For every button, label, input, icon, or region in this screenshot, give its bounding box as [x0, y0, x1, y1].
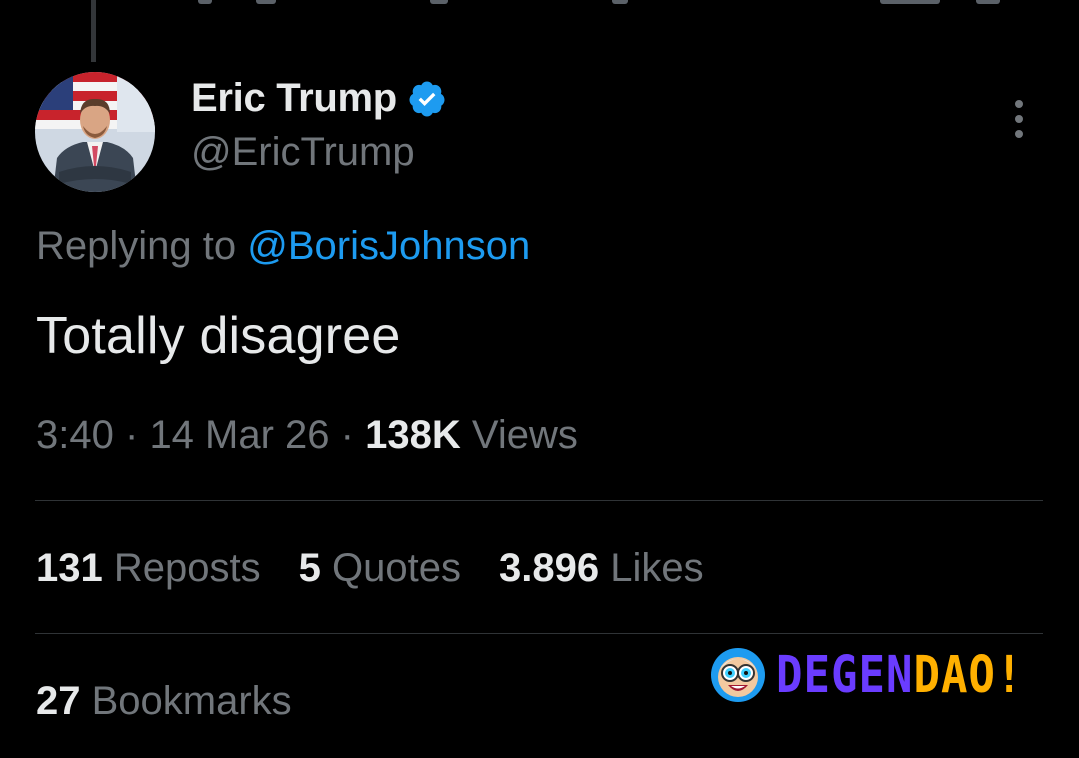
tweet-text: Totally disagree [36, 307, 401, 365]
watermark: DEGENDAO! [710, 646, 1023, 705]
tweet-date[interactable]: 14 Mar 26 [149, 413, 329, 457]
verified-badge-icon[interactable] [407, 79, 447, 119]
meta-separator: · [340, 413, 354, 457]
likes-count: 3.896 [498, 546, 600, 590]
quotes-label: Quotes [332, 546, 461, 590]
watermark-text-part1: DEGEN [776, 645, 914, 705]
views-count: 138K [365, 413, 461, 457]
likes-stat[interactable]: 3.896 Likes [499, 546, 704, 591]
tweet-time[interactable]: 3:40 [36, 413, 114, 457]
reply-context-prefix: Replying to [36, 224, 237, 268]
quotes-stat[interactable]: 5 Quotes [299, 546, 461, 591]
divider [35, 633, 1043, 634]
author-display-name[interactable]: Eric Trump [191, 76, 397, 121]
meta-separator: · [124, 413, 139, 457]
more-vertical-icon [1015, 100, 1023, 108]
views-label: Views [471, 413, 578, 457]
thread-connector-line [91, 0, 96, 62]
tweet-meta: 3:40 · 14 Mar 26 · 138K Views [36, 413, 578, 458]
likes-label: Likes [610, 546, 704, 590]
bookmarks-stat[interactable]: 27 Bookmarks [36, 679, 292, 724]
more-options-button[interactable] [1000, 96, 1038, 142]
reposts-label: Reposts [113, 546, 261, 590]
reply-context: Replying to @BorisJohnson [36, 224, 530, 269]
bookmarks-count: 27 [36, 679, 81, 723]
reposts-stat[interactable]: 131 Reposts [36, 546, 261, 591]
bookmarks-label: Bookmarks [91, 679, 292, 723]
engagement-stats: 131 Reposts 5 Quotes 3.896 Likes [36, 546, 704, 591]
author-name-row[interactable]: Eric Trump [191, 76, 447, 121]
quotes-count: 5 [298, 546, 321, 590]
cartoon-face-goggles-icon [710, 647, 766, 703]
watermark-text-part2: DAO! [913, 645, 1024, 705]
avatar[interactable] [35, 72, 155, 192]
reposts-count: 131 [36, 546, 103, 590]
divider [35, 500, 1043, 501]
reply-mention-link[interactable]: @BorisJohnson [247, 224, 530, 268]
watermark-text: DEGENDAO! [776, 646, 1023, 705]
previous-tweet-fragment [0, 0, 1079, 6]
author-handle[interactable]: @EricTrump [191, 130, 415, 175]
